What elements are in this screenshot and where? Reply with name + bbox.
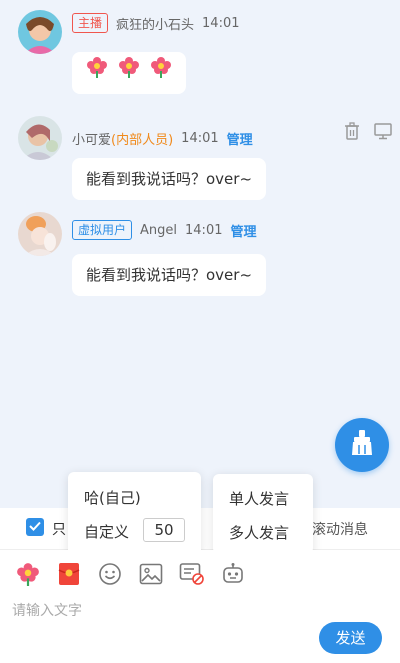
internal-tag: (内部人员): [111, 133, 174, 148]
avatar[interactable]: [18, 212, 62, 256]
image-icon[interactable]: [137, 560, 165, 588]
sender-name[interactable]: Angel: [140, 223, 177, 238]
scroll-message-label[interactable]: 滚动消息: [312, 519, 368, 539]
input-area: 请输入文字 发送: [0, 550, 400, 663]
message-time: 14:01: [185, 222, 223, 238]
flower-icon: [150, 52, 172, 94]
popup-menu-right: 单人发言 多人发言: [213, 474, 313, 554]
input-toolbar: [14, 560, 247, 588]
message-input[interactable]: 请输入文字: [12, 600, 82, 620]
avatar[interactable]: [18, 10, 62, 54]
broom-icon: [349, 429, 375, 461]
red-packet-icon[interactable]: [55, 560, 83, 588]
sender-name[interactable]: 疯狂的小石头: [116, 14, 194, 33]
manage-link[interactable]: 管理: [227, 129, 253, 148]
filter-checkbox-label[interactable]: 只: [52, 519, 66, 539]
monitor-icon[interactable]: [374, 122, 392, 144]
flower-icon: [118, 52, 140, 94]
message-meta: 小可爱(内部人员) 14:01 管理: [72, 129, 253, 148]
flower-icon: [86, 52, 108, 94]
send-button[interactable]: 发送: [319, 622, 382, 654]
sender-name[interactable]: 小可爱(内部人员): [72, 129, 173, 148]
avatar[interactable]: [18, 116, 62, 160]
no-comment-icon[interactable]: [178, 560, 206, 588]
flower-icon[interactable]: [14, 560, 42, 588]
message-bubble: 能看到我说话吗？over~: [72, 158, 267, 200]
menu-item-multi-speaker[interactable]: 多人发言: [229, 522, 289, 543]
check-icon: [29, 519, 41, 535]
sender-name-text: 小可爱: [72, 133, 112, 148]
message-meta: 主播 疯狂的小石头 14:01: [72, 13, 240, 33]
emoji-icon[interactable]: [96, 560, 124, 588]
message-meta: 虚拟用户 Angel 14:01 管理: [72, 220, 257, 240]
message-bubble: [72, 52, 186, 94]
robot-icon[interactable]: [219, 560, 247, 588]
chat-list: 主播 疯狂的小石头 14:01 小可爱(内部人员) 14:01 管理 能看到我说…: [0, 0, 400, 508]
message-actions: [344, 122, 392, 144]
virtual-user-badge: 虚拟用户: [72, 220, 133, 240]
filter-checkbox[interactable]: [26, 518, 44, 536]
menu-item-custom-label[interactable]: 自定义: [84, 521, 129, 542]
menu-item-self[interactable]: 哈(自己): [84, 487, 141, 508]
trash-icon[interactable]: [344, 122, 360, 144]
custom-count-input[interactable]: 50: [143, 518, 185, 542]
manage-link[interactable]: 管理: [230, 221, 256, 240]
message-time: 14:01: [202, 15, 240, 31]
menu-item-single-speaker[interactable]: 单人发言: [229, 488, 289, 509]
message-bubble: 能看到我说话吗？over~: [72, 254, 267, 296]
popup-menu-left: 哈(自己) 自定义 50: [68, 472, 201, 556]
floating-action-button[interactable]: [335, 418, 389, 472]
host-badge: 主播: [72, 13, 109, 33]
message-time: 14:01: [181, 131, 219, 146]
